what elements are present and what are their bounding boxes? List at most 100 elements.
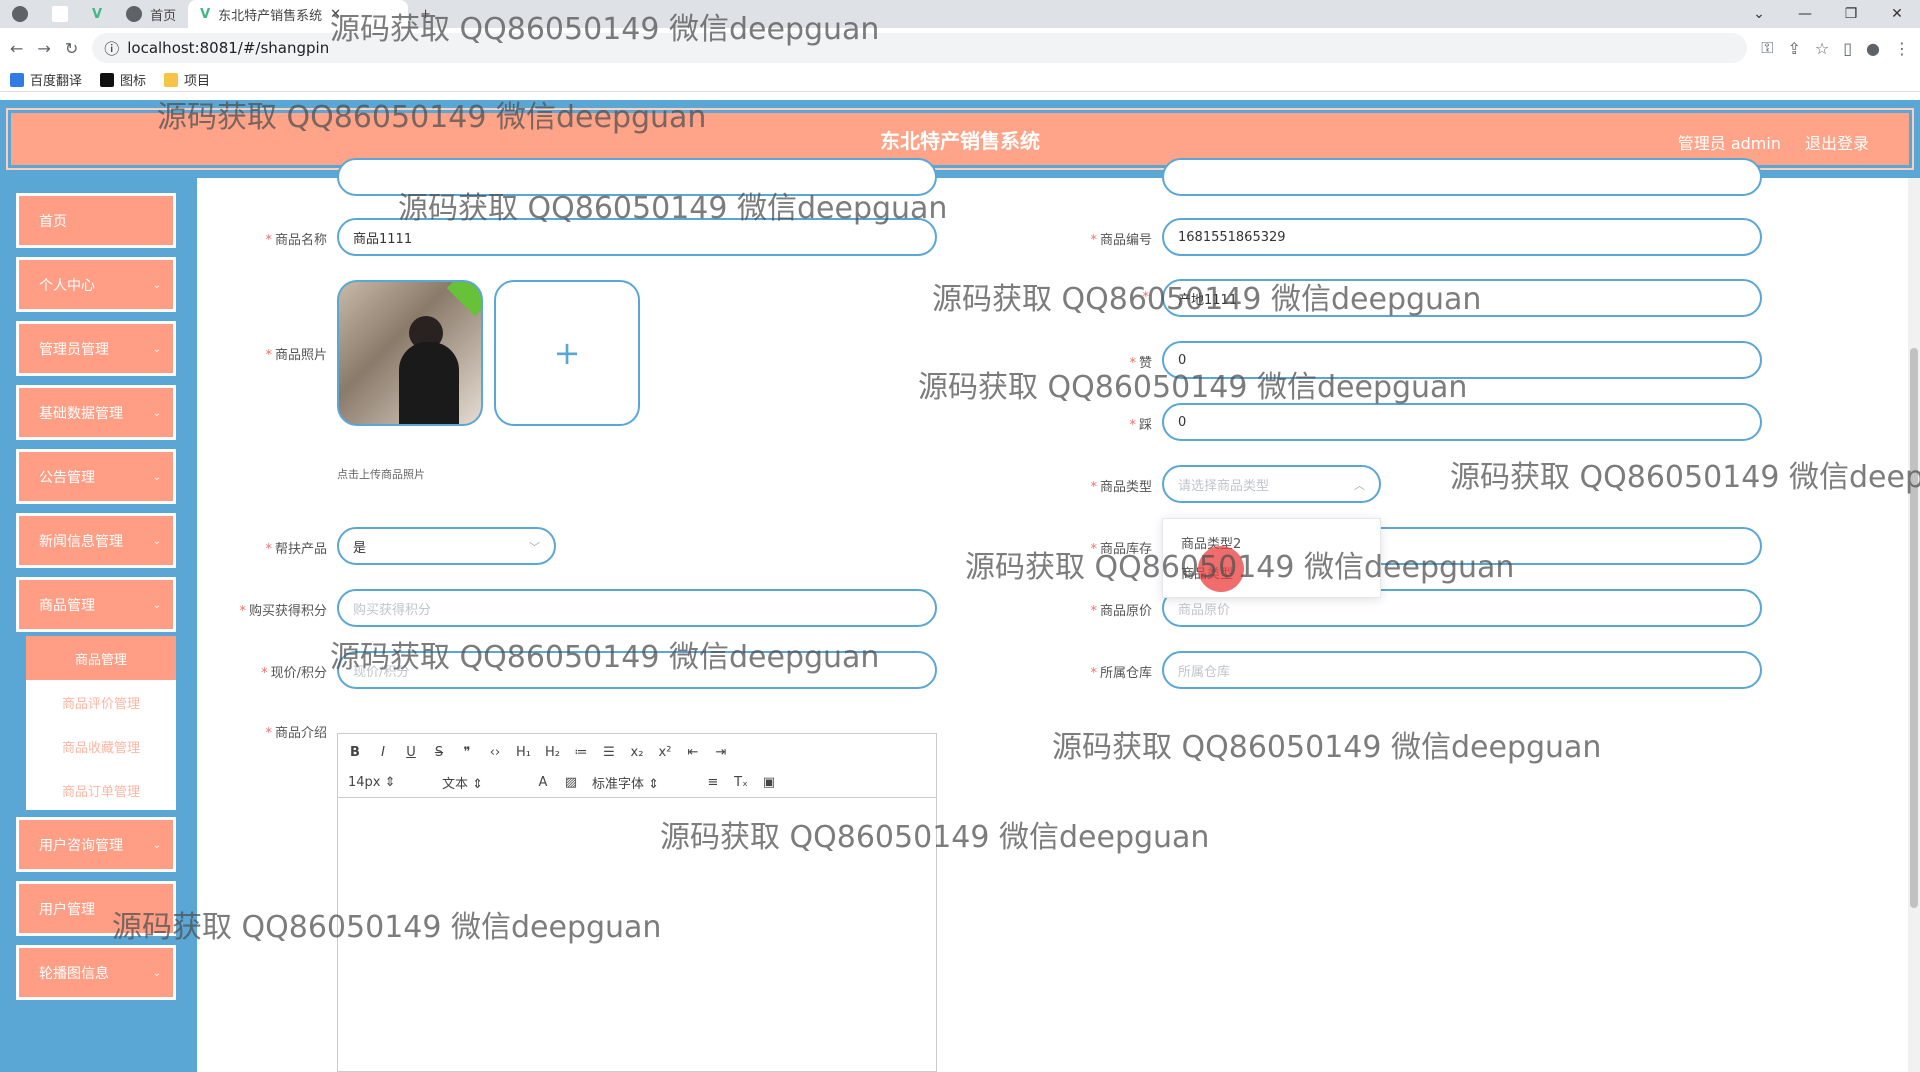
logout-link[interactable]: 退出登录 [1805, 130, 1869, 154]
more-icon[interactable]: ⋮ [1894, 39, 1910, 58]
points-label: * 购买获得积分 [239, 604, 327, 619]
browser-tab[interactable] [40, 0, 80, 28]
indent-icon[interactable]: ⇥ [714, 745, 728, 760]
product-photo[interactable] [337, 280, 483, 426]
bookmark-label: 图标 [120, 74, 147, 89]
forward-icon[interactable]: → [37, 39, 50, 58]
intro-label: * 商品介绍 [265, 726, 327, 741]
bold-icon[interactable]: B [348, 745, 362, 760]
bookmark-item[interactable]: 图标 [100, 70, 146, 89]
tab-search-icon[interactable]: ⌄ [1736, 0, 1782, 28]
help-select[interactable]: 是 ﹀ [337, 527, 556, 565]
address-row: ← → ↻ ⓘ localhost:8081/#/shangpin ⚿ ⇪ ☆ … [0, 28, 1920, 68]
chevron-up-icon: ⌄ [152, 600, 161, 611]
sidebar-item-notices[interactable]: 公告管理 ⌄ [16, 449, 176, 504]
outdent-icon[interactable]: ⇤ [686, 745, 700, 760]
back-icon[interactable]: ← [10, 39, 23, 58]
bookmarks-bar: 百度翻译 图标 项目 [0, 68, 1920, 92]
name-label: * 商品名称 [265, 233, 327, 248]
side-panel-icon[interactable]: ▯ [1843, 39, 1852, 58]
chevron-down-icon: ⌄ [152, 344, 161, 355]
sidebar-item-home[interactable]: 首页 [16, 193, 176, 248]
browser-tab-home[interactable]: 首页 [114, 0, 188, 28]
warehouse-input[interactable]: 所属仓库 [1162, 651, 1762, 689]
browser-tab[interactable] [0, 0, 40, 28]
plus-icon: + [553, 334, 581, 372]
ordered-list-icon[interactable]: ≔ [574, 745, 588, 760]
key-icon[interactable]: ⚿ [1761, 38, 1773, 58]
font-color-icon[interactable]: A [536, 775, 550, 790]
browser-tab[interactable]: V [80, 0, 114, 28]
chevron-down-icon: ⌄ [152, 968, 161, 979]
chevron-up-icon: ︿ [1354, 479, 1365, 492]
clear-format-icon[interactable]: Tₓ [734, 775, 748, 790]
watermark: 源码获取 QQ86050149 微信deepguan [932, 282, 1482, 317]
products-submenu: 商品管理 商品评价管理 商品收藏管理 商品订单管理 [26, 636, 176, 810]
tab-label: 东北特产销售系统 [218, 8, 323, 24]
subscript-icon[interactable]: x₂ [630, 745, 644, 760]
sidebar-item-news[interactable]: 新闻信息管理 ⌄ [16, 513, 176, 568]
scroll-thumb[interactable] [1910, 348, 1918, 908]
now-price-label: * 现价/积分 [261, 666, 327, 681]
bullet-list-icon[interactable]: ☰ [602, 745, 616, 760]
sidebar-item-label: 商品管理 [39, 597, 95, 614]
bookmark-item[interactable]: 百度翻译 [10, 70, 82, 89]
star-icon[interactable]: ☆ [1815, 39, 1829, 58]
reload-icon[interactable]: ↻ [65, 39, 78, 58]
image-icon[interactable]: ▣ [762, 775, 776, 790]
top-field-right[interactable] [1162, 158, 1762, 196]
bookmark-item[interactable]: 项目 [164, 70, 210, 89]
submenu-item-reviews[interactable]: 商品评价管理 [26, 680, 176, 724]
dislike-input[interactable]: 0 [1162, 403, 1762, 441]
font-size-select[interactable]: 14px ⇕ [348, 775, 428, 790]
heading1-icon[interactable]: H₁ [516, 745, 531, 760]
heading2-icon[interactable]: H₂ [545, 745, 560, 760]
code-icon[interactable]: ‹› [488, 745, 502, 760]
watermark: 源码获取 QQ86050149 微信deepguan [157, 100, 707, 135]
sidebar-item-carousel[interactable]: 轮播图信息 ⌄ [16, 945, 176, 1000]
type-select[interactable]: 请选择商品类型 ︿ [1162, 465, 1381, 503]
watermark: 源码获取 QQ86050149 微信deepguan [965, 550, 1515, 585]
profile-icon[interactable]: ● [1866, 39, 1880, 58]
sidebar-item-products[interactable]: 商品管理 ⌄ [16, 577, 176, 632]
underline-icon[interactable]: U [404, 745, 418, 760]
editor-toolbar: B I U S ❞ ‹› H₁ H₂ ≔ ☰ x₂ x² ⇤ ⇥ 14px ⇕ … [338, 734, 936, 798]
submenu-item-favorites[interactable]: 商品收藏管理 [26, 724, 176, 768]
align-icon[interactable]: ≡ [706, 775, 720, 790]
code-input[interactable]: 1681551865329 [1162, 218, 1762, 256]
background-color-icon[interactable]: ▨ [564, 775, 578, 790]
photo-person-body [399, 342, 459, 424]
watermark: 源码获取 QQ86050149 微信deepguan [398, 191, 948, 226]
help-label: * 帮扶产品 [265, 542, 327, 557]
submenu-item-products[interactable]: 商品管理 [26, 636, 176, 680]
folder-icon [164, 72, 179, 87]
share-icon[interactable]: ⇪ [1787, 39, 1800, 58]
watermark: 源码获取 QQ86050149 微信deepguan [330, 640, 880, 675]
points-input[interactable]: 购买获得积分 [337, 589, 937, 627]
quote-icon[interactable]: ❞ [460, 745, 474, 760]
restore-icon[interactable]: ❐ [1828, 0, 1874, 28]
watermark: 源码获取 QQ86050149 微信deepguan [660, 820, 1210, 855]
sidebar-item-admins[interactable]: 管理员管理 ⌄ [16, 321, 176, 376]
sidebar-item-profile[interactable]: 个人中心 ⌄ [16, 257, 176, 312]
upload-photo-button[interactable]: + [494, 280, 640, 426]
chevron-down-icon: ⌄ [152, 536, 161, 547]
type-placeholder: 请选择商品类型 [1178, 478, 1270, 494]
font-family-select[interactable]: 标准字体 ⇕ [592, 773, 692, 792]
url-text: localhost:8081/#/shangpin [127, 39, 330, 57]
italic-icon[interactable]: I [376, 745, 390, 760]
translate-icon [10, 72, 24, 87]
minimize-icon[interactable]: — [1782, 0, 1828, 28]
strike-icon[interactable]: S [432, 745, 446, 760]
watermark: 源码获取 QQ86050149 微信deepguan [112, 910, 662, 945]
sidebar-item-label: 首页 [39, 213, 67, 230]
sidebar-item-consult[interactable]: 用户咨询管理 ⌄ [16, 817, 176, 872]
superscript-icon[interactable]: x² [658, 745, 672, 760]
info-icon[interactable]: ⓘ [104, 38, 119, 59]
current-user: 管理员 admin [1677, 134, 1781, 153]
text-type-select[interactable]: 文本 ⇕ [442, 773, 522, 792]
page-scrollbar[interactable] [1908, 178, 1920, 1072]
close-window-icon[interactable]: ✕ [1874, 0, 1920, 28]
sidebar-item-base-data[interactable]: 基础数据管理 ⌄ [16, 385, 176, 440]
submenu-item-orders[interactable]: 商品订单管理 [26, 768, 176, 812]
